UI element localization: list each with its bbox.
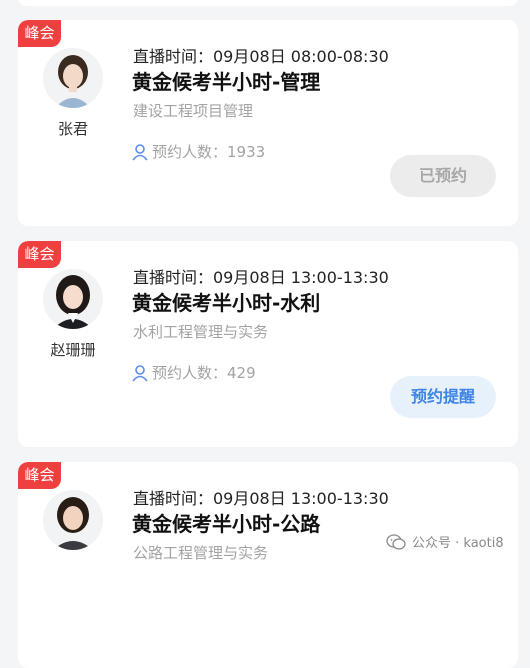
wechat-watermark: 公众号 · kaoti8 (386, 532, 504, 551)
summit-badge: 峰会 (18, 20, 61, 47)
teacher-name: 赵珊珊 (50, 341, 96, 359)
teacher-name: 张君 (57, 120, 88, 138)
watermark-text: 公众号 · kaoti8 (412, 536, 504, 551)
user-icon (132, 364, 148, 382)
session-title[interactable]: 黄金候考半小时-水利 (132, 287, 320, 316)
wechat-icon (386, 533, 406, 550)
previous-card-edge (18, 0, 518, 6)
reservation-count: 预约人数：429 (131, 362, 256, 383)
live-session-card[interactable]: 峰会 张君 直播时间：09月08日 08:00-08:30 黄金候考半小时-管理… (18, 20, 518, 226)
session-subject: 水利工程管理与实务 (133, 323, 269, 341)
session-title[interactable]: 黄金候考半小时-公路 (132, 508, 320, 537)
reservation-count-text: 预约人数：1933 (152, 143, 266, 161)
live-time: 直播时间：09月08日 13:00-13:30 (133, 268, 389, 287)
live-session-card[interactable]: 峰会 赵珊珊 直播时间：09月08日 13:00-13:30 黄金候考半小时-水… (18, 241, 518, 447)
session-subject: 建设工程项目管理 (133, 102, 254, 120)
live-session-card[interactable]: 峰会 直播时间：09月08日 13:00-13:30 黄金候考半小时-公路 公路… (18, 462, 518, 668)
live-time: 直播时间：09月08日 08:00-08:30 (133, 47, 389, 66)
reservation-count-text: 预约人数：429 (152, 364, 256, 382)
teacher-avatar (43, 269, 103, 329)
reservation-count: 预约人数：1933 (131, 141, 265, 162)
summit-badge: 峰会 (18, 241, 61, 268)
live-time: 直播时间：09月08日 13:00-13:30 (133, 489, 389, 508)
session-subject: 公路工程管理与实务 (133, 544, 269, 562)
user-icon (132, 143, 148, 161)
session-title[interactable]: 黄金候考半小时-管理 (132, 66, 320, 95)
summit-badge: 峰会 (18, 462, 61, 489)
teacher-avatar (43, 490, 103, 550)
teacher-avatar (43, 48, 103, 108)
remind-button[interactable]: 预约提醒 (390, 376, 496, 418)
booked-button[interactable]: 已预约 (390, 155, 496, 197)
